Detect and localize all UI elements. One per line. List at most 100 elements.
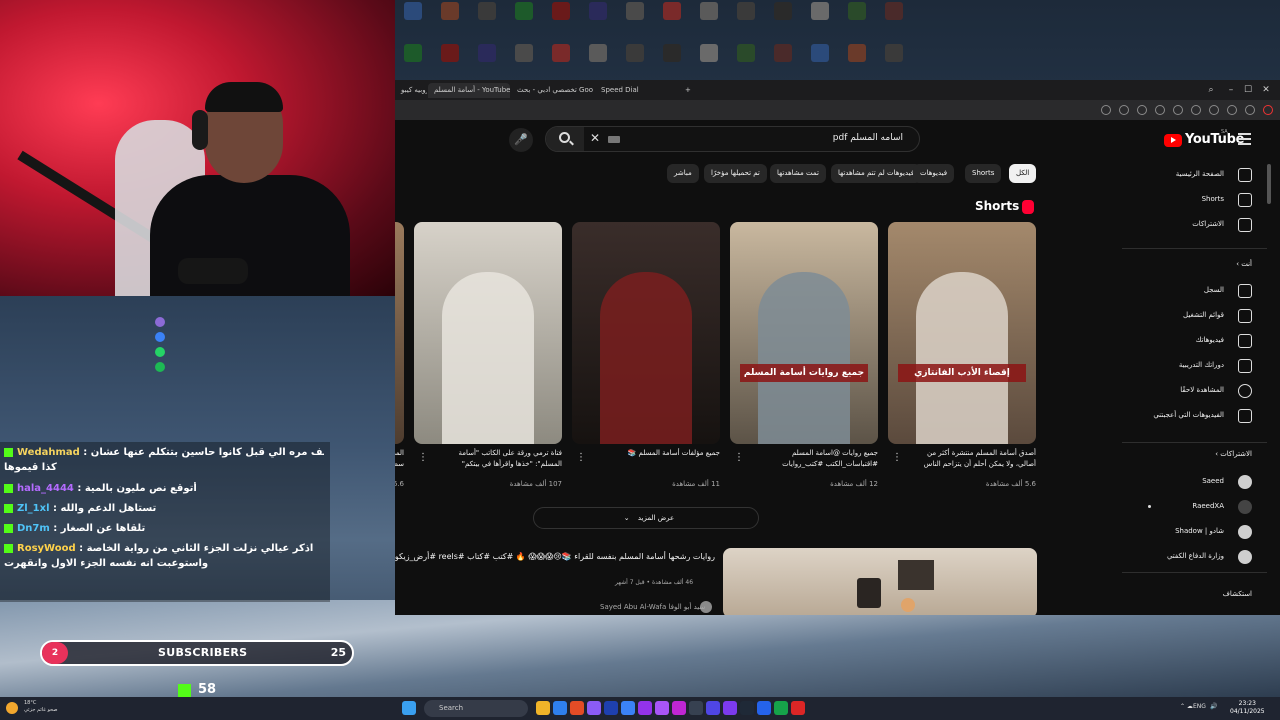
youtube-logo[interactable]: YouTube SA [1164, 129, 1244, 149]
short-thumbnail[interactable]: أدب الفانتازي سطحي ولا يستحق الفخر! [395, 222, 404, 444]
tab-youtube[interactable]: أسامة المسلم - YouTube [428, 83, 510, 98]
hamburger-menu-icon[interactable] [1238, 133, 1251, 145]
chip-live[interactable]: مباشر [667, 164, 699, 183]
chip-shorts[interactable]: Shorts [965, 164, 1002, 183]
desktop-shortcut-icon[interactable] [506, 42, 542, 80]
taskbar-app-icon[interactable] [638, 701, 652, 715]
taskbar-app-icon[interactable] [740, 701, 754, 715]
guide-item[interactable]: الاشتراكات [1122, 214, 1252, 238]
taskbar-app-icon[interactable] [621, 701, 635, 715]
guide-item[interactable]: RaeedXA [1122, 496, 1252, 520]
heart-icon[interactable] [1191, 105, 1201, 115]
taskbar-search[interactable]: Search [424, 700, 528, 717]
guide-section-header[interactable]: أنت › [1236, 260, 1252, 268]
desktop-shortcut-icon[interactable] [691, 0, 727, 38]
language-indicator[interactable]: ENG [1193, 703, 1206, 710]
more-options-icon[interactable]: ⋮ [892, 452, 902, 463]
taskbar-app-icon[interactable] [604, 701, 618, 715]
guide-item[interactable]: شادو | Shadow [1122, 521, 1252, 545]
extensions-icon[interactable] [1137, 105, 1147, 115]
desktop-shortcut-icon[interactable] [580, 42, 616, 80]
taskbar-app-icon[interactable] [774, 701, 788, 715]
weather-icon[interactable] [6, 702, 18, 714]
desktop-shortcut-icon[interactable] [876, 0, 912, 38]
desktop-shortcut-icon[interactable] [876, 42, 912, 80]
more-options-icon[interactable]: ⋮ [734, 452, 744, 463]
video-thumbnail[interactable] [723, 548, 1037, 615]
taskbar-app-icon[interactable] [570, 701, 584, 715]
desktop-shortcut-icon[interactable] [432, 0, 468, 38]
desktop-shortcut-icon[interactable] [691, 42, 727, 80]
guide-item[interactable]: Shorts [1122, 189, 1252, 213]
desktop-shortcut-icon[interactable] [617, 0, 653, 38]
start-icon[interactable] [402, 701, 416, 715]
search-box[interactable]: ✕ اسامه المسلم pdf [545, 126, 920, 152]
desktop-shortcut-icon[interactable] [580, 0, 616, 38]
desktop-shortcut-icon[interactable] [839, 0, 875, 38]
search-tabs-icon[interactable]: ⌕ [1204, 83, 1218, 97]
short-title[interactable]: جميع مؤلفات أسامة المسلم 📚 [592, 448, 720, 459]
guide-item[interactable]: الفيديوهات التي أعجبتني [1122, 405, 1252, 429]
show-more-button[interactable]: ⌄ عرض المزيد [533, 507, 759, 529]
guide-item[interactable]: قوائم التشغيل [1122, 305, 1252, 329]
short-title[interactable]: جميع روايات @اسامة المسلم #اقتباسات_الكت… [750, 448, 878, 470]
desktop-shortcut-icon[interactable] [765, 42, 801, 80]
channel-name[interactable]: Sayed Abu Al-Wafa سيد أبو الوفا [600, 603, 705, 611]
short-thumbnail[interactable] [414, 222, 562, 444]
short-thumbnail[interactable]: جميع روايات أسامة المسلم [730, 222, 878, 444]
guide-item[interactable]: الصفحة الرئيسية [1122, 164, 1252, 188]
guide-item[interactable]: Saeed [1122, 471, 1252, 495]
short-card[interactable]: إقصاء الأدب الفانتازي أصدق أسامة المسلم م… [888, 222, 1036, 488]
desktop-shortcut-icon[interactable] [654, 42, 690, 80]
video-title[interactable]: روايات رشحها أسامة المسلم بنفسه للقراء 📚… [395, 550, 715, 563]
camera-icon[interactable] [1119, 105, 1129, 115]
taskbar-app-icon[interactable] [791, 701, 805, 715]
short-card[interactable]: أدب الفانتازي سطحي ولا يستحق الفخر! المفك… [395, 222, 404, 488]
taskbar-app-icon[interactable] [536, 701, 550, 715]
desktop-shortcut-icon[interactable] [395, 0, 431, 38]
chip-all[interactable]: الكل [1009, 164, 1037, 183]
guide-section-header[interactable]: الاشتراكات › [1215, 450, 1252, 458]
volume-icon[interactable]: 🔊 [1210, 703, 1217, 710]
tab-1[interactable]: كيروبيه كيبو [395, 83, 427, 98]
guide-item[interactable]: فيديوهاتك [1122, 330, 1252, 354]
short-card[interactable]: جميع مؤلفات أسامة المسلم 📚 11 ألف مشاهدة ⋮ [572, 222, 720, 488]
desktop-shortcut-icon[interactable] [802, 42, 838, 80]
taskbar-app-icon[interactable] [689, 701, 703, 715]
taskbar-app-icon[interactable] [655, 701, 669, 715]
taskbar-app-icon[interactable] [672, 701, 686, 715]
short-card[interactable]: فتاة ترمي ورقة على الكاتب "أسامة المسلم"… [414, 222, 562, 488]
desktop-shortcut-icon[interactable] [506, 0, 542, 38]
play-icon[interactable] [1173, 105, 1183, 115]
desktop-shortcut-icon[interactable] [432, 42, 468, 80]
short-title[interactable]: أصدق أسامة المسلم منتشرة أكثر من أصالي، … [908, 448, 1036, 470]
maximize-icon[interactable]: ☐ [1241, 83, 1255, 97]
profile-icon[interactable] [1227, 105, 1237, 115]
desktop-shortcut-icon[interactable] [543, 42, 579, 80]
new-tab-button[interactable]: + [679, 83, 695, 98]
chip-unwatched[interactable]: فيديوهات لم تتم مشاهدتها [831, 164, 922, 183]
menu-icon[interactable] [1263, 105, 1273, 115]
guide-item[interactable]: السجل [1122, 280, 1252, 304]
desktop-shortcut-icon[interactable] [765, 0, 801, 38]
chip-watched[interactable]: تمت مشاهدتها [770, 164, 826, 183]
minimize-icon[interactable]: – [1224, 83, 1238, 97]
search-button[interactable] [546, 127, 584, 151]
guide-item[interactable]: دوراتك التدريبية [1122, 355, 1252, 379]
guide-item[interactable]: وزارة الدفاع الكفتي [1122, 546, 1252, 570]
guide-item[interactable]: المشاهدة لاحقًا [1122, 380, 1252, 404]
desktop-shortcut-icon[interactable] [617, 42, 653, 80]
tray-icons[interactable]: ⌃ ☁ [1180, 703, 1193, 710]
messenger-icon[interactable] [155, 332, 165, 342]
taskbar-app-icon[interactable] [757, 701, 771, 715]
zoom-icon[interactable] [1101, 105, 1111, 115]
clock[interactable]: 23:23 04/11/2025 [1230, 700, 1265, 716]
desktop-shortcut-icon[interactable] [469, 0, 505, 38]
short-title[interactable]: المفكر البازعي: روايات أسامة المسلم رواي… [395, 448, 404, 470]
download-icon[interactable] [1209, 105, 1219, 115]
desktop-shortcut-icon[interactable] [839, 42, 875, 80]
desktop-shortcut-icon[interactable] [728, 42, 764, 80]
close-icon[interactable]: ✕ [1259, 83, 1273, 97]
whatsapp-icon[interactable] [155, 347, 165, 357]
short-thumbnail[interactable] [572, 222, 720, 444]
